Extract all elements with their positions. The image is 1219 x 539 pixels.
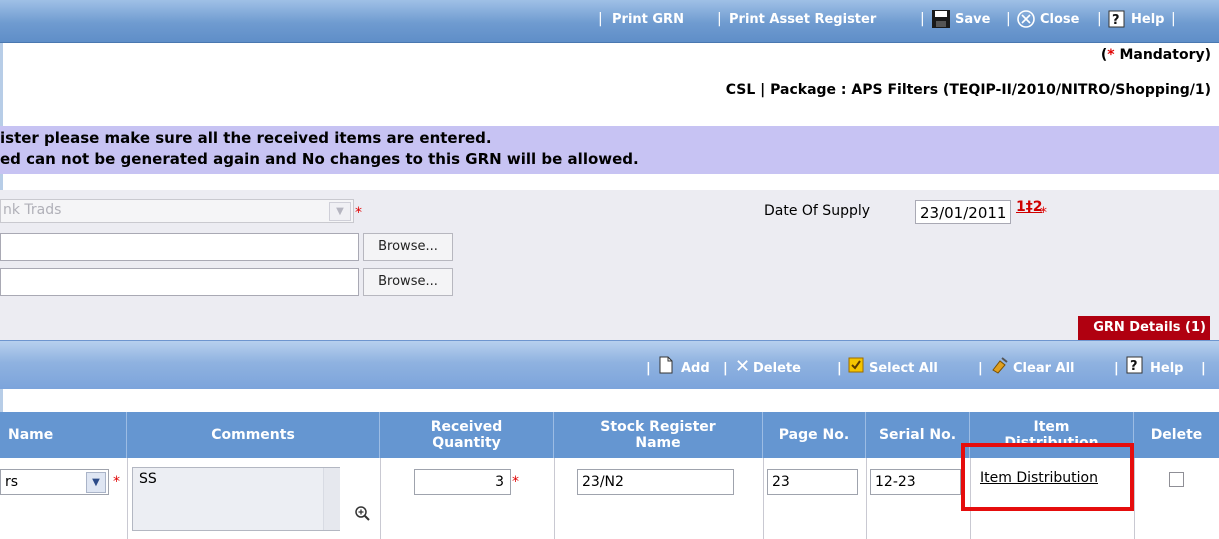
received-quantity-input[interactable]: 3: [414, 469, 511, 495]
file-input-2[interactable]: [0, 268, 359, 296]
save-button[interactable]: Save: [955, 12, 990, 27]
required-star-icon: *: [1107, 47, 1115, 63]
serial-no-input[interactable]: 12-23: [870, 469, 961, 495]
add-icon[interactable]: [658, 355, 674, 379]
comments-scrollbar[interactable]: [323, 468, 340, 530]
browse-button-2[interactable]: Browse...: [363, 268, 453, 296]
close-button[interactable]: Close: [1040, 12, 1079, 27]
add-button[interactable]: Add: [681, 361, 710, 376]
column-divider: [127, 458, 128, 539]
notice-line-1: ister please make sure all the received …: [0, 129, 492, 147]
grid-help-button[interactable]: Help: [1150, 361, 1183, 376]
required-star-icon: *: [113, 474, 120, 490]
col-received-quantity: Received Quantity: [380, 412, 554, 458]
col-serial-no: Serial No.: [866, 412, 970, 458]
col-page-no: Page No.: [763, 412, 866, 458]
print-grn-link[interactable]: Print GRN: [612, 12, 684, 27]
save-icon[interactable]: [931, 9, 951, 33]
comments-textarea[interactable]: SS: [132, 467, 340, 531]
separator: |: [1006, 11, 1011, 27]
mandatory-note: (* Mandatory): [1101, 47, 1211, 63]
separator: |: [646, 361, 651, 376]
required-star-icon: *: [355, 205, 362, 221]
svg-text:?: ?: [1112, 13, 1120, 28]
separator: |: [978, 361, 983, 376]
col-received-quantity-line2: Quantity: [432, 435, 501, 451]
name-select[interactable]: rs ▼: [0, 469, 109, 495]
column-divider: [380, 458, 381, 539]
help-icon[interactable]: ?: [1125, 355, 1145, 379]
delete-checkbox[interactable]: [1169, 472, 1184, 487]
notice-line-2: ed can not be generated again and No cha…: [0, 150, 639, 168]
required-star-icon: *: [512, 474, 519, 490]
mandatory-label: Mandatory): [1119, 47, 1211, 63]
select-all-icon[interactable]: [847, 356, 865, 378]
highlight-box: [961, 443, 1134, 511]
date-of-supply-label: Date Of Supply: [764, 203, 871, 219]
col-delete: Delete: [1150, 427, 1203, 443]
tab-grn-details[interactable]: GRN Details (1): [1078, 316, 1210, 340]
separator: |: [1171, 11, 1176, 27]
col-comments: Comments: [127, 412, 380, 458]
separator: |: [837, 361, 842, 376]
select-all-button[interactable]: Select All: [869, 361, 938, 376]
separator: |: [717, 11, 722, 27]
separator: |: [1114, 361, 1119, 376]
help-button[interactable]: Help: [1131, 12, 1164, 27]
col-stock-register-name: Stock Register Name: [554, 412, 763, 458]
print-asset-register-link[interactable]: Print Asset Register: [729, 12, 876, 27]
col-name: Name: [0, 412, 127, 458]
stock-register-name-input[interactable]: 23/N2: [577, 469, 734, 495]
column-divider: [866, 458, 867, 539]
separator: |: [723, 361, 728, 376]
separator: |: [1097, 11, 1102, 27]
chevron-down-icon[interactable]: ▼: [329, 202, 351, 221]
package-info: CSL | Package : APS Filters (TEQIP-II/20…: [725, 82, 1211, 98]
page-no-input[interactable]: 23: [767, 469, 858, 495]
delete-button[interactable]: Delete: [753, 361, 801, 376]
chevron-down-icon[interactable]: ▼: [86, 472, 106, 493]
clear-all-button[interactable]: Clear All: [1013, 361, 1075, 376]
name-select-value: rs: [5, 474, 19, 490]
help-icon[interactable]: ?: [1107, 9, 1127, 33]
column-divider: [763, 458, 764, 539]
svg-text:?: ?: [1130, 359, 1138, 374]
required-star-icon: *: [1040, 205, 1047, 221]
delete-icon[interactable]: ✕: [735, 356, 750, 377]
supplier-value: nk Trads: [3, 202, 62, 218]
notice-banner: ister please make sure all the received …: [0, 126, 1219, 174]
column-divider: [554, 458, 555, 539]
separator: |: [598, 11, 603, 27]
col-stock-register-line2: Name: [635, 435, 681, 451]
zoom-in-icon[interactable]: [354, 505, 371, 526]
browse-button-1[interactable]: Browse...: [363, 233, 453, 261]
grid-toolbar: | Add | ✕ Delete | Select All | Clear Al…: [0, 340, 1219, 389]
separator: |: [1201, 361, 1206, 376]
separator: |: [920, 11, 925, 27]
date-of-supply-input[interactable]: 23/01/2011: [915, 200, 1011, 224]
supplier-select[interactable]: nk Trads ▼: [0, 199, 354, 223]
col-item-distribution-line1: Item: [1033, 419, 1070, 435]
close-icon[interactable]: [1016, 9, 1036, 33]
col-stock-register-line1: Stock Register: [600, 419, 716, 435]
calendar-icon[interactable]: 1‡2: [1016, 199, 1042, 215]
file-input-1[interactable]: [0, 233, 359, 261]
col-received-quantity-line1: Received: [430, 419, 503, 435]
clear-all-icon[interactable]: [990, 355, 1010, 379]
top-toolbar: | Print GRN | Print Asset Register | Sav…: [0, 0, 1219, 43]
column-divider: [1134, 458, 1135, 539]
